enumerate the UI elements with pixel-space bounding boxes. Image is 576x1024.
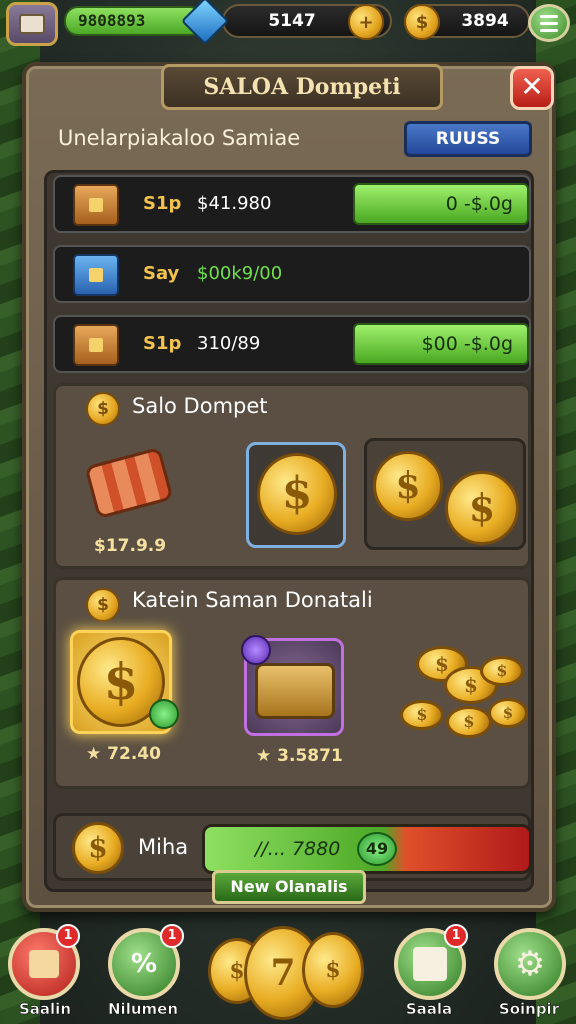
miha-label: Miha [138, 835, 189, 859]
chest-offer-price-value: 3.5871 [277, 746, 343, 766]
menu-line-icon [540, 21, 558, 25]
house-icon [29, 950, 59, 978]
purple-gem-icon [241, 635, 271, 665]
panel-subtitle: Unelarpiakaloo Samiae [58, 126, 301, 150]
row-amount: 310/89 [197, 333, 261, 354]
notification-badge: 1 [444, 924, 468, 948]
katen-section: $ Katein Saman Donatali $ ★ 72.40 ★ 3.58… [53, 577, 531, 789]
percent-icon: % [130, 949, 158, 979]
row-progress-bar: $00 -$.0g [353, 323, 529, 365]
chest-offer-tile[interactable] [241, 635, 344, 736]
miha-bar-text: //... 7880 [255, 838, 341, 860]
nav-settings-button[interactable]: ⚙ [494, 928, 566, 1000]
coin-offer-tile[interactable]: $ [246, 442, 346, 548]
menu-line-icon [540, 28, 558, 32]
coin-offer-tile[interactable]: $ [70, 630, 179, 734]
chest-icon [73, 324, 119, 366]
chest-offer-price: ★ 3.5871 [256, 746, 343, 766]
notification-badge: 1 [56, 924, 80, 948]
panel-content: S1p $41.980 0 -$.0g Say $00k9/00 S1p 310… [44, 170, 534, 892]
coin-icon: $ [404, 4, 440, 40]
menu-line-icon [540, 14, 558, 18]
gem-badge-icon [149, 699, 179, 729]
gem-count: 5147 [268, 11, 316, 31]
row-label: S1p [143, 333, 182, 354]
wallet-row[interactable]: S1p 310/89 $00 -$.0g [53, 315, 531, 373]
avatar[interactable] [6, 2, 58, 46]
house-icon [19, 14, 45, 34]
nav-label: Soinpir [498, 1000, 560, 1019]
nav-label: Saalin [18, 1000, 72, 1019]
chest-icon [73, 184, 119, 226]
coin-icon: $ [302, 932, 364, 1008]
coin-icon: $ [446, 706, 492, 738]
coin-stack-icon[interactable]: $ 7 $ [206, 924, 366, 1020]
treasure-chest-icon [255, 663, 335, 719]
new-olanalis-button[interactable]: New Olanalis [212, 870, 366, 904]
gift-price: $17.9.9 [94, 536, 167, 556]
coin-bundle-tile[interactable]: $ $ [364, 438, 526, 550]
nav-label: Nilumen [108, 1000, 179, 1019]
coin-icon: $ [400, 700, 444, 730]
gift-icon[interactable] [84, 446, 174, 520]
salo-dompet-section: $ Salo Dompet $17.9.9 $ $ $ [53, 383, 531, 569]
miha-progress-bar: //... 7880 49 [202, 824, 532, 874]
row-label: S1p [143, 193, 182, 214]
close-button[interactable]: ✕ [510, 66, 554, 110]
top-bar: 9808893 5147 + $ 3894 [0, 0, 576, 46]
rules-button[interactable]: RUUSS [404, 121, 532, 157]
coin-icon: $ [86, 392, 120, 426]
section-title: Salo Dompet [132, 394, 268, 418]
coin-icon: $ [480, 656, 524, 686]
row-label: Say [143, 263, 180, 284]
miha-badge: 49 [357, 832, 397, 866]
coin-count: 3894 [461, 11, 509, 31]
card-icon [413, 947, 447, 981]
coin-pile-icon[interactable]: $ $ $ $ $ $ [396, 640, 528, 750]
panel-title: SALOA Dompeti [161, 64, 443, 110]
row-amount: $41.980 [197, 193, 272, 214]
notification-badge: 1 [160, 924, 184, 948]
wallet-row[interactable]: S1p $41.980 0 -$.0g [53, 175, 531, 233]
coin-icon: $ [257, 453, 337, 535]
coin-icon: $ [72, 822, 124, 874]
coin-offer-price-value: 72.40 [107, 744, 161, 764]
nav-label: Saala [405, 1000, 453, 1019]
coin-icon: $ [373, 451, 443, 521]
row-progress-bar: 0 -$.0g [353, 183, 529, 225]
menu-button[interactable] [528, 4, 570, 42]
coin-icon: $ [445, 471, 519, 545]
coin-icon: $ [488, 698, 528, 728]
bottom-nav: 1 Saalin % 1 Nilumen $ 7 $ 1 Saala ⚙ Soi… [0, 920, 576, 1024]
add-currency-button[interactable]: + [348, 4, 384, 40]
wallet-panel: SALOA Dompeti ✕ Unelarpiakaloo Samiae RU… [22, 62, 556, 912]
section-title: Katein Saman Donatali [132, 588, 373, 612]
blue-chest-icon [73, 254, 119, 296]
coin-offer-price: ★ 72.40 [86, 744, 161, 764]
coin-icon: $ [86, 588, 120, 622]
wallet-row[interactable]: Say $00k9/00 [53, 245, 531, 303]
row-amount: $00k9/00 [197, 263, 283, 284]
gear-icon: ⚙ [514, 944, 546, 984]
